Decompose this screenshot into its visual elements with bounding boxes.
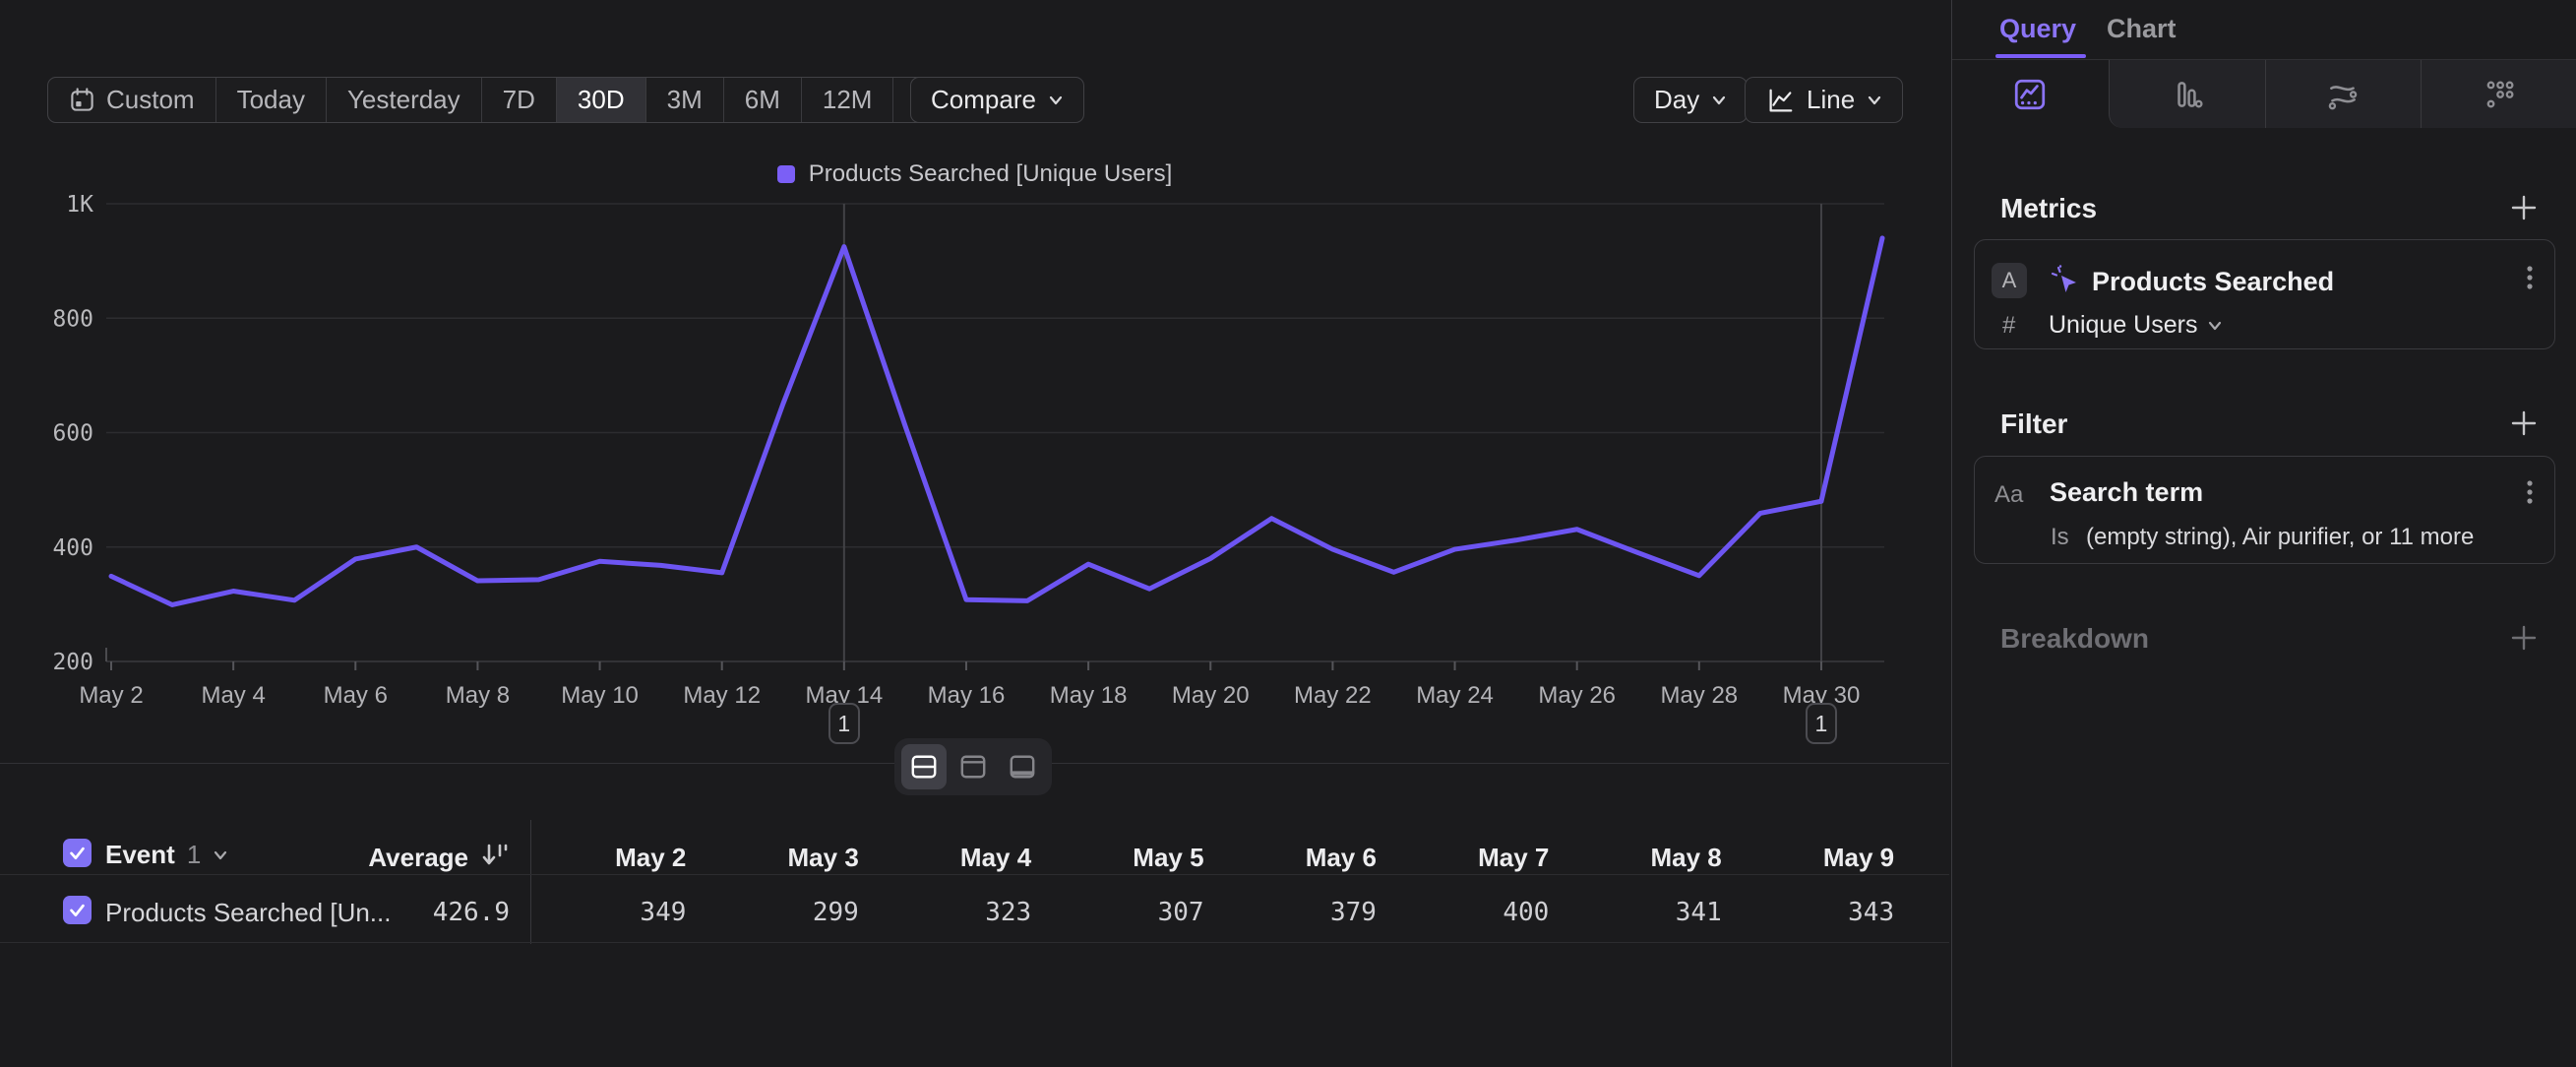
query-sidebar: Query Chart: [1951, 0, 2576, 1067]
table-row: 349299323307379400341343: [514, 898, 1894, 927]
row-average-value: 426.9: [0, 898, 510, 927]
viz-tab-flows[interactable]: [2265, 60, 2422, 128]
add-breakdown-button[interactable]: [2509, 623, 2539, 653]
filter-property-name: Search term: [2050, 477, 2203, 508]
date-column-header: May 6: [1204, 843, 1377, 873]
table-header-border: [0, 874, 1949, 875]
flows-icon: [2325, 77, 2361, 112]
aggregation-prefix: #: [2002, 312, 2015, 340]
metric-kebab-menu[interactable]: [2525, 264, 2535, 297]
breakdown-header: Breakdown: [2000, 623, 2149, 655]
line-chart: 1K 800 600 400 200 May 2 May 4 May 6 May 8 May 10…: [0, 0, 1949, 763]
cell-value: 323: [859, 898, 1031, 927]
x-axis-label: May 10: [561, 682, 639, 709]
x-axis-label: May 26: [1538, 682, 1616, 709]
metric-card[interactable]: A Products Searched # Unique Users: [1974, 239, 2555, 349]
average-header[interactable]: Average: [0, 843, 468, 873]
x-axis-label: May 4: [201, 682, 265, 709]
filter-type-badge: Aa: [1994, 481, 2023, 509]
chart-only-view-icon: [958, 753, 988, 781]
cell-value: 299: [686, 898, 858, 927]
data-series-line: [111, 238, 1882, 605]
tab-query[interactable]: Query: [1999, 14, 2076, 44]
date-column-header: May 8: [1549, 843, 1721, 873]
cell-value: 343: [1722, 898, 1894, 927]
table-only-view-button[interactable]: [1000, 744, 1045, 789]
viz-tab-insights[interactable]: [1952, 60, 2109, 128]
date-column-header: May 7: [1377, 843, 1549, 873]
sort-icon[interactable]: [480, 840, 508, 869]
table-row-border: [0, 942, 1949, 943]
insights-line-icon: [2012, 77, 2048, 112]
date-column-header: May 9: [1722, 843, 1894, 873]
filter-card[interactable]: Aa Search term Is (empty string), Air pu…: [1974, 456, 2555, 564]
aggregation-label: Unique Users: [2049, 311, 2197, 340]
bar-chart-icon: [2170, 77, 2205, 112]
cell-value: 379: [1204, 898, 1377, 927]
more-apps-icon: [2482, 77, 2517, 112]
y-axis-label: 600: [52, 421, 93, 447]
viz-tab-more[interactable]: [2421, 60, 2576, 128]
split-view-icon: [909, 753, 939, 781]
cell-value: 307: [1031, 898, 1203, 927]
event-pointer-icon: [2048, 263, 2083, 298]
chevron-down-icon: [2207, 318, 2223, 334]
y-axis-label: 400: [52, 535, 93, 561]
filter-value[interactable]: (empty string), Air purifier, or 11 more: [2086, 524, 2474, 551]
table-only-view-icon: [1008, 753, 1037, 781]
filter-header: Filter: [2000, 408, 2067, 440]
metric-name: Products Searched: [2092, 267, 2334, 297]
x-axis-label: May 28: [1660, 682, 1738, 709]
x-axis-label: May 18: [1050, 682, 1128, 709]
add-metric-button[interactable]: [2509, 193, 2539, 222]
cell-value: 341: [1549, 898, 1721, 927]
view-layout-control: [894, 738, 1052, 795]
analytics-app: CustomTodayYesterday7D30D3M6M12MXTD Comp…: [0, 0, 2576, 1067]
x-axis-label: May 22: [1294, 682, 1372, 709]
date-column-header: May 4: [859, 843, 1031, 873]
filter-kebab-menu[interactable]: [2525, 478, 2535, 512]
y-axis-label: 200: [52, 650, 93, 675]
cell-value: 349: [514, 898, 686, 927]
cell-value: 400: [1377, 898, 1549, 927]
annotation-badge[interactable]: 1: [828, 703, 860, 744]
annotation-badge[interactable]: 1: [1806, 703, 1837, 744]
x-axis-label: May 6: [324, 682, 388, 709]
table-date-headers: May 2May 3May 4May 5May 6May 7May 8May 9: [514, 843, 1894, 873]
x-axis-label: May 20: [1172, 682, 1250, 709]
visualization-tabs: [1952, 59, 2576, 128]
x-axis-label: May 2: [79, 682, 143, 709]
date-column-header: May 5: [1031, 843, 1203, 873]
chart-only-view-button[interactable]: [951, 744, 996, 789]
split-view-button[interactable]: [901, 744, 947, 789]
y-axis-label: 1K: [66, 192, 93, 218]
date-column-header: May 3: [686, 843, 858, 873]
date-column-header: May 2: [514, 843, 686, 873]
active-tab-underline: [1995, 54, 2086, 58]
x-axis-label: May 24: [1416, 682, 1494, 709]
filter-operator[interactable]: Is: [2051, 524, 2069, 551]
x-axis-label: May 8: [446, 682, 510, 709]
aggregation-dropdown[interactable]: Unique Users: [2049, 311, 2223, 340]
metric-letter-badge: A: [1992, 263, 2027, 298]
x-axis-label: May 12: [683, 682, 761, 709]
metrics-header: Metrics: [2000, 193, 2097, 224]
x-axis-label: May 16: [928, 682, 1006, 709]
tab-chart[interactable]: Chart: [2107, 14, 2177, 44]
add-filter-button[interactable]: [2509, 408, 2539, 438]
viz-tab-bars[interactable]: [2109, 60, 2265, 128]
y-axis-label: 800: [52, 306, 93, 332]
